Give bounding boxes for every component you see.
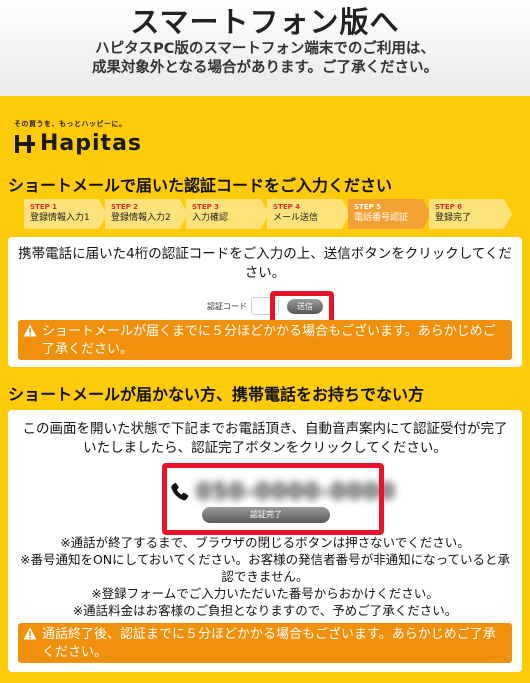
section1-title: ショートメールで届いた認証コードをご入力ください xyxy=(8,176,393,195)
sms-delay-warning-text: ショートメールが届くまでに５分ほどかかる場合もございます。あらかじめご了承くださ… xyxy=(42,324,496,357)
step-2: STEP 2 登録情報入力2 xyxy=(105,199,188,229)
code-label: 認証コード xyxy=(207,301,247,311)
smartphone-banner[interactable]: スマートフォン版へ ハピタスPC版のスマートフォン端末でのご利用は、 成果対象外… xyxy=(0,0,530,96)
step-4: STEP 4 メール送信 xyxy=(267,199,350,229)
step-progress: STEP 1 登録情報入力1 STEP 2 登録情報入力2 STEP 3 入力確… xyxy=(24,199,512,229)
step-3-label: 入力確認 xyxy=(192,213,229,223)
sms-code-card: 携帯電話に届いた4桁の認証コードをご入力の上、送信ボタンをクリックしてください。… xyxy=(8,237,522,367)
banner-line2: 成果対象外となる場合があります。ご了承ください。 xyxy=(91,60,439,76)
sms-delay-warning: ショートメールが届くまでに５分ほどかかる場合もございます。あらかじめご了承くださ… xyxy=(18,320,512,360)
step-3: STEP 3 入力確認 xyxy=(186,199,269,229)
step-5-active: STEP 5 電話番号認証 xyxy=(348,199,431,229)
step-4-label: メール送信 xyxy=(273,213,319,223)
step-6: STEP 6 登録完了 xyxy=(429,199,512,229)
step-5-num: STEP 5 xyxy=(354,203,382,211)
sms-code-instructions: 携帯電話に届いた4桁の認証コードをご入力の上、送信ボタンをクリックしてください。 xyxy=(18,246,512,281)
hapitas-mark-icon xyxy=(15,135,35,153)
phone-auth-notes: ※通話が終了するまで、ブラウザの閉じるボタンは押さないでください。 ※番号通知を… xyxy=(8,534,522,619)
note-3: ※登録フォームでご入力いただいた番号からおかけください。 xyxy=(91,586,439,601)
note-2: ※番号通知をONにしておいてください。お客様の発信者番号が非通知になっていると承… xyxy=(19,552,511,584)
step-2-num: STEP 2 xyxy=(111,203,139,211)
logo-brand-text: Hapitas xyxy=(40,131,143,156)
code-entry-row: 認証コード 送信 xyxy=(8,297,522,315)
call-delay-warning-text: 通話終了後、認証までに５分ほどかかる場合もございます。あらかじめご了承ください。 xyxy=(42,627,496,660)
section2-title: ショートメールが届かない方、携帯電話をお持ちでない方 xyxy=(8,385,425,404)
step-1-label: 登録情報入力1 xyxy=(30,213,90,223)
step-6-label: 登録完了 xyxy=(435,213,472,223)
step-3-num: STEP 3 xyxy=(192,203,220,211)
step-2-label: 登録情報入力2 xyxy=(111,213,171,223)
banner-title[interactable]: スマートフォン版へ xyxy=(0,0,530,40)
step-4-num: STEP 4 xyxy=(273,203,301,211)
step-6-num: STEP 6 xyxy=(435,203,463,211)
call-delay-warning: 通話終了後、認証までに５分ほどかかる場合もございます。あらかじめご了承ください。 xyxy=(18,623,512,663)
hapitas-logo[interactable]: その買うを、もっとハッピーに。 Hapitas xyxy=(14,119,142,155)
phone-auth-card: この画面を開いた状態で下記までお電話頂き、自動音声案内にて認証受付が完了いたしま… xyxy=(8,410,522,672)
step-5-label: 電話番号認証 xyxy=(354,213,409,223)
note-1: ※通話が終了するまで、ブラウザの閉じるボタンは押さないでください。 xyxy=(60,535,470,550)
warning-icon xyxy=(23,324,37,337)
step-1-num: STEP 1 xyxy=(30,203,58,211)
warning-icon xyxy=(23,627,37,640)
step-1: STEP 1 登録情報入力1 xyxy=(24,199,107,229)
highlight-box-phone xyxy=(162,463,384,535)
note-4: ※通話料金はお客様のご負担となりますので、予めご了承ください。 xyxy=(72,603,458,618)
banner-line1: ハピタスPC版のスマートフォン端末でのご利用は、 xyxy=(95,41,435,57)
phone-auth-instructions: この画面を開いた状態で下記までお電話頂き、自動音声案内にて認証受付が完了いたしま… xyxy=(22,421,508,456)
logo-tagline: その買うを、もっとハッピーに。 xyxy=(14,120,127,128)
